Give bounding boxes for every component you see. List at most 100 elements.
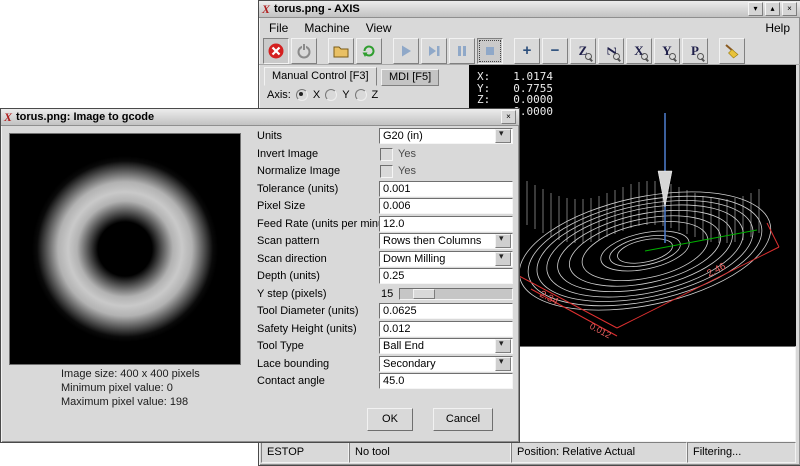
tab-manual-control[interactable]: Manual Control [F3] <box>264 67 377 86</box>
status-tool: No tool <box>349 442 511 463</box>
run-button[interactable] <box>393 38 419 64</box>
maximize-button[interactable]: ▴ <box>765 2 780 16</box>
radio-axis-x[interactable] <box>296 89 308 101</box>
pause-icon <box>453 42 471 60</box>
toolbar: + − Z Z X Y P <box>259 37 800 65</box>
depth-input[interactable] <box>379 268 513 284</box>
dropdown-arrow-icon <box>495 339 511 353</box>
dropdown-arrow-icon <box>495 252 511 266</box>
folder-icon <box>332 42 350 60</box>
y-step-value: 15 <box>381 288 393 300</box>
units-dropdown[interactable]: G20 (in) <box>379 128 513 144</box>
normalize-image-checkbox[interactable] <box>380 165 393 178</box>
brush-icon <box>723 42 741 60</box>
view-rotated-top-button[interactable]: Z <box>598 38 624 64</box>
magnifier-icon <box>669 53 677 61</box>
invert-image-checkbox[interactable] <box>380 148 393 161</box>
radio-axis-y[interactable] <box>325 89 337 101</box>
feed-rate-input[interactable] <box>379 216 513 232</box>
menubar: File Machine View Help <box>259 18 800 37</box>
zoom-in-button[interactable]: + <box>514 38 540 64</box>
units-label: Units <box>257 130 282 142</box>
safety-height-label: Safety Height (units) <box>257 323 357 335</box>
tolerance-input[interactable] <box>379 181 513 197</box>
y-step-slider[interactable] <box>399 288 513 300</box>
cancel-button[interactable]: Cancel <box>433 408 493 431</box>
minimize-button[interactable]: ▾ <box>748 2 763 16</box>
step-button[interactable] <box>421 38 447 64</box>
clear-plot-button[interactable] <box>719 38 745 64</box>
scan-direction-label: Scan direction <box>257 253 327 265</box>
step-icon <box>425 42 443 60</box>
view-side-button[interactable]: X <box>626 38 652 64</box>
y-step-label: Y step (pixels) <box>257 288 327 300</box>
reload-icon <box>360 42 378 60</box>
y-step-slider-thumb[interactable] <box>413 289 435 299</box>
scan-pattern-dropdown[interactable]: Rows then Columns <box>379 233 513 249</box>
view-top-button[interactable]: Z <box>570 38 596 64</box>
desktop: X torus.png - AXIS ▾ ▴ × File Machine Vi… <box>0 0 800 466</box>
dropdown-arrow-icon <box>495 357 511 371</box>
stop-button[interactable] <box>477 38 503 64</box>
safety-height-input[interactable] <box>379 321 513 337</box>
radio-axis-z-label: Z <box>372 89 379 101</box>
estop-button[interactable] <box>263 38 289 64</box>
tolerance-label: Tolerance (units) <box>257 183 338 195</box>
tool-type-label: Tool Type <box>257 340 304 352</box>
dialog-close-button[interactable]: × <box>501 110 516 124</box>
axis-app-icon: X <box>4 111 12 123</box>
view-front-button[interactable]: Y <box>654 38 680 64</box>
pause-button[interactable] <box>449 38 475 64</box>
radio-axis-z[interactable] <box>355 89 367 101</box>
lace-bounding-dropdown[interactable]: Secondary <box>379 356 513 372</box>
axis-label: Axis: <box>267 89 291 101</box>
ok-button[interactable]: OK <box>367 408 413 431</box>
pixel-size-input[interactable] <box>379 198 513 214</box>
power-icon <box>295 42 313 60</box>
magnifier-icon <box>641 53 649 61</box>
axis-titlebar[interactable]: X torus.png - AXIS ▾ ▴ × <box>259 1 800 18</box>
zoom-out-button[interactable]: − <box>542 38 568 64</box>
open-file-button[interactable] <box>328 38 354 64</box>
depth-label: Depth (units) <box>257 270 320 282</box>
magnifier-icon <box>585 53 593 61</box>
menu-file[interactable]: File <box>261 20 296 36</box>
reload-button[interactable] <box>356 38 382 64</box>
contact-angle-input[interactable] <box>379 373 513 389</box>
normalize-image-label: Normalize Image <box>257 165 340 177</box>
estop-icon <box>267 42 285 60</box>
menu-view[interactable]: View <box>358 20 400 36</box>
status-estop: ESTOP <box>261 442 349 463</box>
axis-app-icon: X <box>262 3 270 15</box>
magnifier-icon <box>613 53 621 61</box>
menu-machine[interactable]: Machine <box>296 20 357 36</box>
stop-icon <box>481 42 499 60</box>
invert-image-label: Invert Image <box>257 148 318 160</box>
scan-direction-dropdown[interactable]: Down Milling <box>379 251 513 267</box>
status-filter: Filtering... <box>687 442 796 463</box>
axis-window-title: torus.png - AXIS <box>274 3 360 15</box>
machine-power-button[interactable] <box>291 38 317 64</box>
image-to-gcode-dialog: X torus.png: Image to gcode × Image size… <box>0 108 520 443</box>
magnifier-icon <box>697 53 705 61</box>
tool-diameter-input[interactable] <box>379 303 513 319</box>
menu-help[interactable]: Help <box>757 20 798 36</box>
max-pixel-text: Maximum pixel value: 198 <box>61 396 188 408</box>
dropdown-arrow-icon <box>495 129 511 143</box>
dialog-title: torus.png: Image to gcode <box>16 111 154 123</box>
view-perspective-button[interactable]: P <box>682 38 708 64</box>
tool-type-dropdown[interactable]: Ball End <box>379 338 513 354</box>
radio-axis-x-label: X <box>313 89 320 101</box>
status-position: Position: Relative Actual <box>511 442 687 463</box>
dialog-titlebar[interactable]: X torus.png: Image to gcode × <box>1 109 519 126</box>
run-icon <box>397 42 415 60</box>
dropdown-arrow-icon <box>495 234 511 248</box>
tab-mdi[interactable]: MDI [F5] <box>381 69 439 86</box>
close-button[interactable]: × <box>782 2 797 16</box>
feed-rate-label: Feed Rate (units per minute) <box>257 218 397 230</box>
tool-diameter-label: Tool Diameter (units) <box>257 305 358 317</box>
axis-jog-row: Axis: X Y Z <box>267 89 378 101</box>
pixel-size-label: Pixel Size <box>257 200 305 212</box>
scan-pattern-label: Scan pattern <box>257 235 319 247</box>
contact-angle-label: Contact angle <box>257 375 325 387</box>
